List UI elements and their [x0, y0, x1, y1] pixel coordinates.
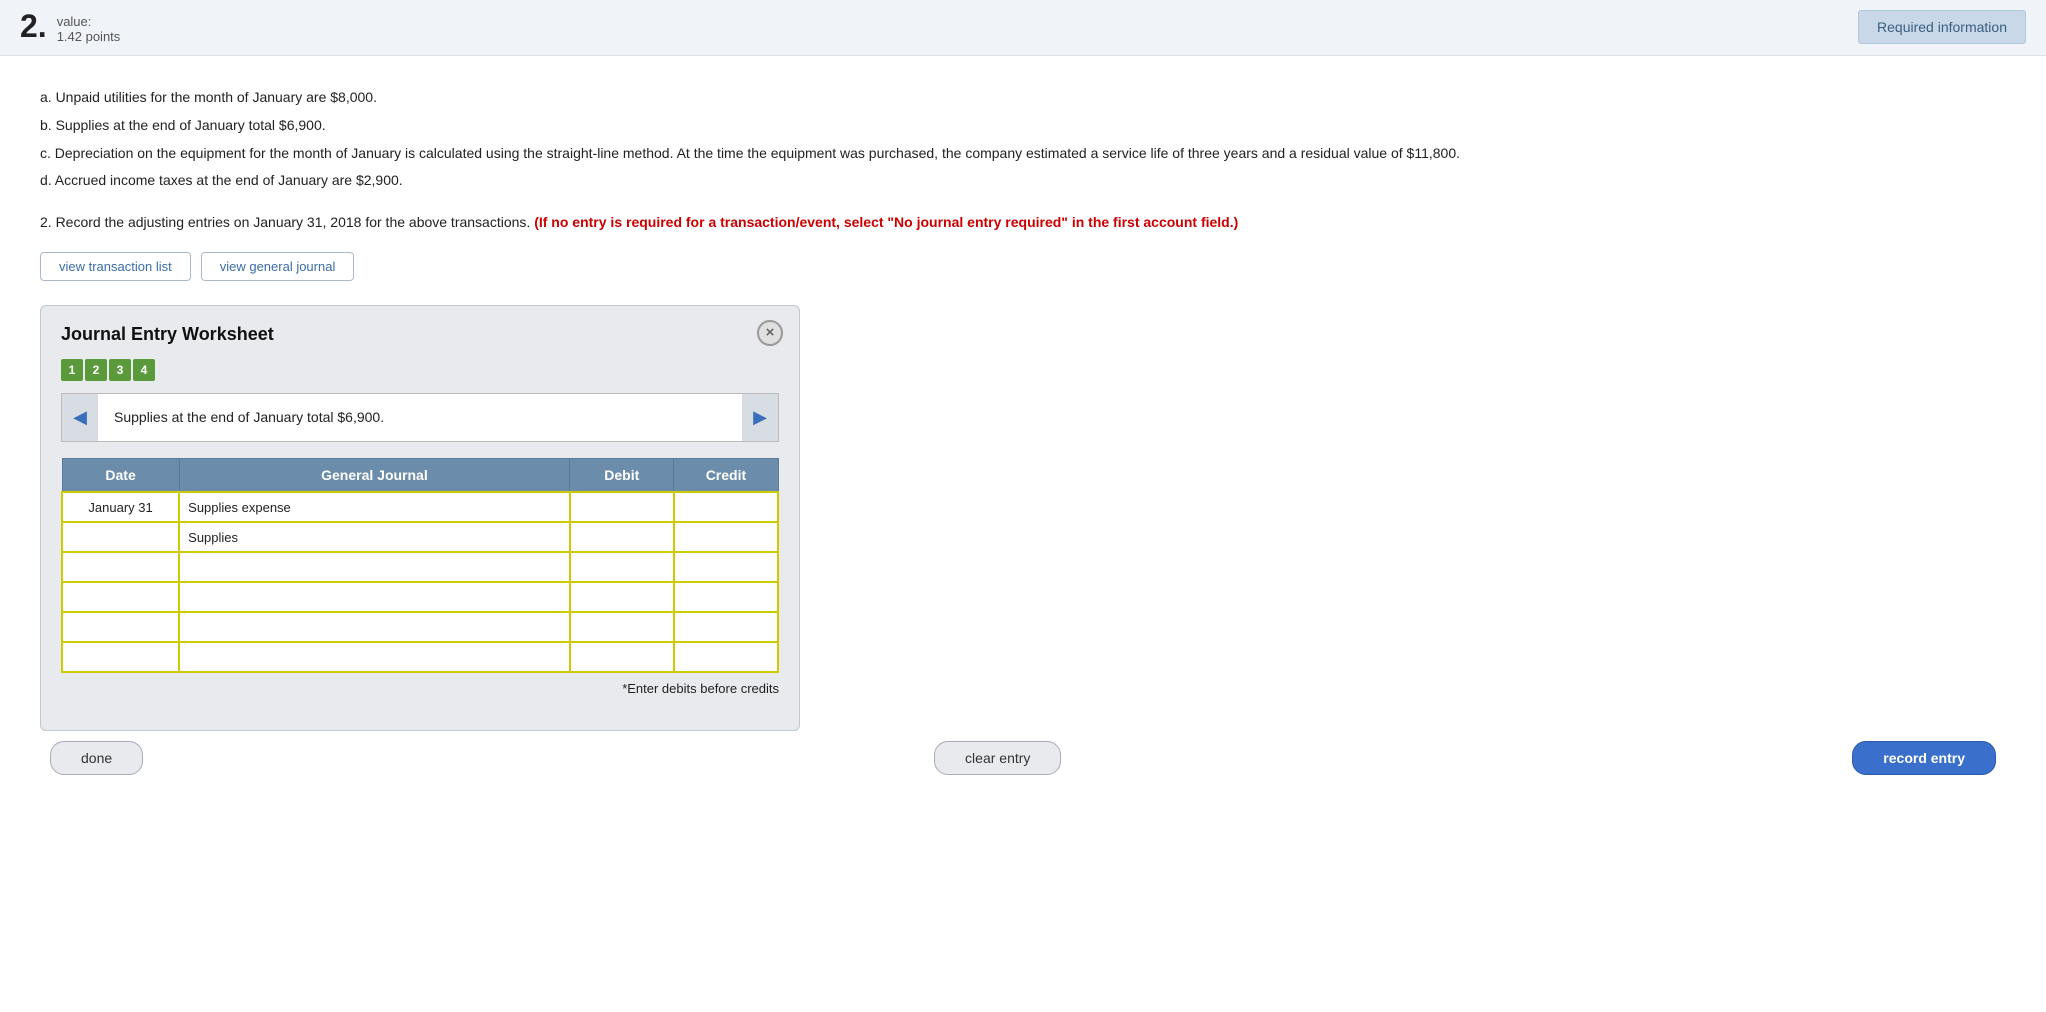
- table-header-row: Date General Journal Debit Credit: [62, 459, 778, 493]
- debit-cell-4[interactable]: [570, 582, 674, 612]
- account-cell-5[interactable]: [179, 612, 570, 642]
- credit-cell-2[interactable]: [674, 522, 778, 552]
- action-buttons: view transaction list view general journ…: [40, 252, 2006, 281]
- debit-cell-6[interactable]: [570, 642, 674, 672]
- credit-cell-3[interactable]: [674, 552, 778, 582]
- done-button[interactable]: done: [50, 741, 143, 775]
- enter-note: *Enter debits before credits: [61, 681, 779, 696]
- clear-entry-button[interactable]: clear entry: [934, 741, 1061, 775]
- date-header: Date: [62, 459, 179, 493]
- question-instruction-red: (If no entry is required for a transacti…: [534, 214, 1238, 230]
- instruction-d: d. Accrued income taxes at the end of Ja…: [40, 169, 2006, 193]
- worksheet-title: Journal Entry Worksheet: [61, 324, 779, 345]
- question-instruction: 2. Record the adjusting entries on Janua…: [40, 211, 2006, 233]
- step-tab-2[interactable]: 2: [85, 359, 107, 381]
- table-row: [62, 612, 778, 642]
- credit-header: Credit: [674, 459, 778, 493]
- instruction-b: b. Supplies at the end of January total …: [40, 114, 2006, 138]
- table-row: January 31 Supplies expense: [62, 492, 778, 522]
- table-row: Supplies: [62, 522, 778, 552]
- nav-prev-button[interactable]: ◀: [62, 394, 98, 442]
- worksheet-panel: Journal Entry Worksheet × 1 2 3 4 ◀ Supp…: [40, 305, 800, 732]
- account-cell-4[interactable]: [179, 582, 570, 612]
- table-row: [62, 582, 778, 612]
- question-number: 2.: [20, 10, 47, 42]
- date-cell-4: [62, 582, 179, 612]
- nav-container: ◀ Supplies at the end of January total $…: [61, 393, 779, 443]
- nav-next-button[interactable]: ▶: [742, 394, 778, 442]
- table-row: [62, 552, 778, 582]
- date-cell-5: [62, 612, 179, 642]
- required-information-button[interactable]: Required information: [1858, 10, 2026, 44]
- view-transaction-list-button[interactable]: view transaction list: [40, 252, 191, 281]
- general-journal-header: General Journal: [179, 459, 570, 493]
- main-content: a. Unpaid utilities for the month of Jan…: [0, 56, 2046, 795]
- debit-header: Debit: [570, 459, 674, 493]
- credit-cell-6[interactable]: [674, 642, 778, 672]
- view-general-journal-button[interactable]: view general journal: [201, 252, 355, 281]
- credit-cell-4[interactable]: [674, 582, 778, 612]
- bottom-buttons: done clear entry record entry: [40, 741, 2006, 775]
- account-cell-3[interactable]: [179, 552, 570, 582]
- nav-description-text: Supplies at the end of January total $6,…: [98, 394, 742, 442]
- account-cell-1[interactable]: Supplies expense: [179, 492, 570, 522]
- step-tab-3[interactable]: 3: [109, 359, 131, 381]
- account-cell-2[interactable]: Supplies: [179, 522, 570, 552]
- date-cell-3: [62, 552, 179, 582]
- top-left: 2. value: 1.42 points: [20, 10, 120, 44]
- question-instruction-start: 2. Record the adjusting entries on Janua…: [40, 214, 530, 230]
- debit-cell-2[interactable]: [570, 522, 674, 552]
- top-bar: 2. value: 1.42 points Required informati…: [0, 0, 2046, 56]
- debit-cell-5[interactable]: [570, 612, 674, 642]
- account-cell-6[interactable]: [179, 642, 570, 672]
- step-tab-4[interactable]: 4: [133, 359, 155, 381]
- credit-cell-1[interactable]: [674, 492, 778, 522]
- points-value: 1.42 points: [57, 29, 121, 44]
- debit-cell-3[interactable]: [570, 552, 674, 582]
- points-info: value: 1.42 points: [57, 10, 121, 44]
- table-row: [62, 642, 778, 672]
- record-entry-button[interactable]: record entry: [1852, 741, 1996, 775]
- step-tabs: 1 2 3 4: [61, 359, 779, 381]
- debit-cell-1[interactable]: [570, 492, 674, 522]
- instruction-a: a. Unpaid utilities for the month of Jan…: [40, 86, 2006, 110]
- date-cell-2: [62, 522, 179, 552]
- value-label: value:: [57, 14, 121, 29]
- date-cell-6: [62, 642, 179, 672]
- close-button[interactable]: ×: [757, 320, 783, 346]
- instructions: a. Unpaid utilities for the month of Jan…: [40, 86, 2006, 193]
- credit-cell-5[interactable]: [674, 612, 778, 642]
- step-tab-1[interactable]: 1: [61, 359, 83, 381]
- instruction-c: c. Depreciation on the equipment for the…: [40, 142, 2006, 166]
- journal-table: Date General Journal Debit Credit Januar…: [61, 458, 779, 673]
- date-cell-1: January 31: [62, 492, 179, 522]
